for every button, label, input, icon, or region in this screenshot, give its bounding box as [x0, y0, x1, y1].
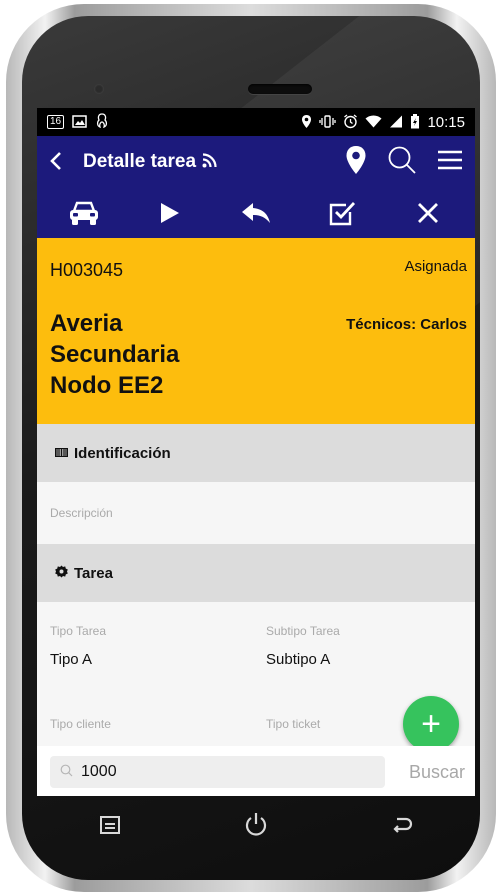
- section-title: Tarea: [74, 564, 113, 582]
- task-action-bar: [37, 188, 475, 238]
- task-id: H003045: [50, 260, 124, 280]
- wifi-icon: [365, 115, 382, 130]
- section-header-tarea[interactable]: Tarea: [37, 544, 475, 602]
- notification-count-badge: 16: [47, 115, 65, 129]
- task-title-line: Averia: [50, 310, 123, 337]
- search-input[interactable]: 1000: [50, 756, 385, 788]
- rss-icon: [202, 152, 217, 172]
- play-icon[interactable]: [150, 193, 190, 233]
- search-icon: [60, 764, 73, 780]
- search-value: 1000: [81, 763, 117, 780]
- check-square-icon[interactable]: [322, 193, 362, 233]
- image-icon: [72, 114, 87, 130]
- location-icon: [301, 114, 312, 131]
- recent-apps-icon[interactable]: [90, 805, 130, 845]
- navigation-keys: [37, 800, 475, 850]
- search-icon[interactable]: [387, 145, 417, 180]
- page-title-text: Detalle tarea: [83, 151, 197, 172]
- task-header-card: H003045 Asignada Averia Secundaria Nodo …: [37, 238, 475, 424]
- section-title: Identificación: [74, 444, 171, 462]
- task-title-line: Secundaria: [50, 341, 180, 368]
- section-header-identificacion[interactable]: Identificación: [37, 424, 475, 482]
- chevron-left-icon: [50, 151, 61, 170]
- task-title-line: Nodo EE2: [50, 372, 164, 399]
- barcode-icon: [55, 446, 71, 460]
- front-camera: [94, 84, 104, 94]
- car-icon[interactable]: [64, 193, 104, 233]
- field-tipo-cliente[interactable]: Tipo cliente: [50, 717, 111, 731]
- field-tipo-tarea[interactable]: Tipo Tarea Tipo A: [50, 624, 106, 668]
- description-field[interactable]: Descripción: [37, 482, 475, 544]
- field-tipo-ticket[interactable]: Tipo ticket: [266, 717, 320, 731]
- field-label: Tipo Tarea: [50, 624, 107, 638]
- back-button[interactable]: [49, 147, 83, 178]
- search-bar: 1000 Buscar: [37, 746, 475, 796]
- clock: 10:15: [427, 113, 465, 131]
- page-title: Detalle tarea: [83, 151, 217, 173]
- reply-icon[interactable]: [236, 193, 276, 233]
- field-subtipo-tarea[interactable]: Subtipo Tarea Subtipo A: [266, 624, 340, 668]
- plus-icon: +: [403, 696, 459, 752]
- close-icon[interactable]: [408, 193, 448, 233]
- field-label: Tipo ticket: [266, 717, 321, 731]
- add-button[interactable]: +: [403, 696, 467, 752]
- search-button[interactable]: Buscar: [409, 762, 467, 783]
- app-bar: Detalle tarea: [37, 136, 475, 188]
- field-label: Tipo cliente: [50, 717, 111, 731]
- field-label: Subtipo Tarea: [266, 624, 340, 638]
- signal-icon: [389, 115, 403, 130]
- vibrate-icon: [319, 114, 337, 130]
- location-pin-icon[interactable]: [345, 145, 367, 180]
- phone-screen: 16 10:15 Detalle tarea H003045 Asignada …: [37, 108, 475, 796]
- description-label: Descripción: [50, 506, 113, 520]
- status-badge: Asignada: [404, 258, 467, 275]
- menu-icon[interactable]: [437, 149, 463, 176]
- gear-icon: [55, 565, 71, 581]
- notification-icon: [95, 113, 109, 131]
- power-icon[interactable]: [236, 805, 276, 845]
- field-value: Subtipo A: [266, 651, 331, 668]
- task-title: Averia Secundaria Nodo EE2: [50, 308, 250, 401]
- technicians-label: Técnicos: Carlos: [346, 316, 467, 333]
- field-value: Tipo A: [50, 651, 92, 668]
- earpiece-speaker: [248, 84, 312, 94]
- back-icon[interactable]: [382, 805, 422, 845]
- alarm-icon: [343, 113, 358, 131]
- battery-icon: [410, 113, 420, 131]
- status-bar: 16 10:15: [37, 108, 475, 136]
